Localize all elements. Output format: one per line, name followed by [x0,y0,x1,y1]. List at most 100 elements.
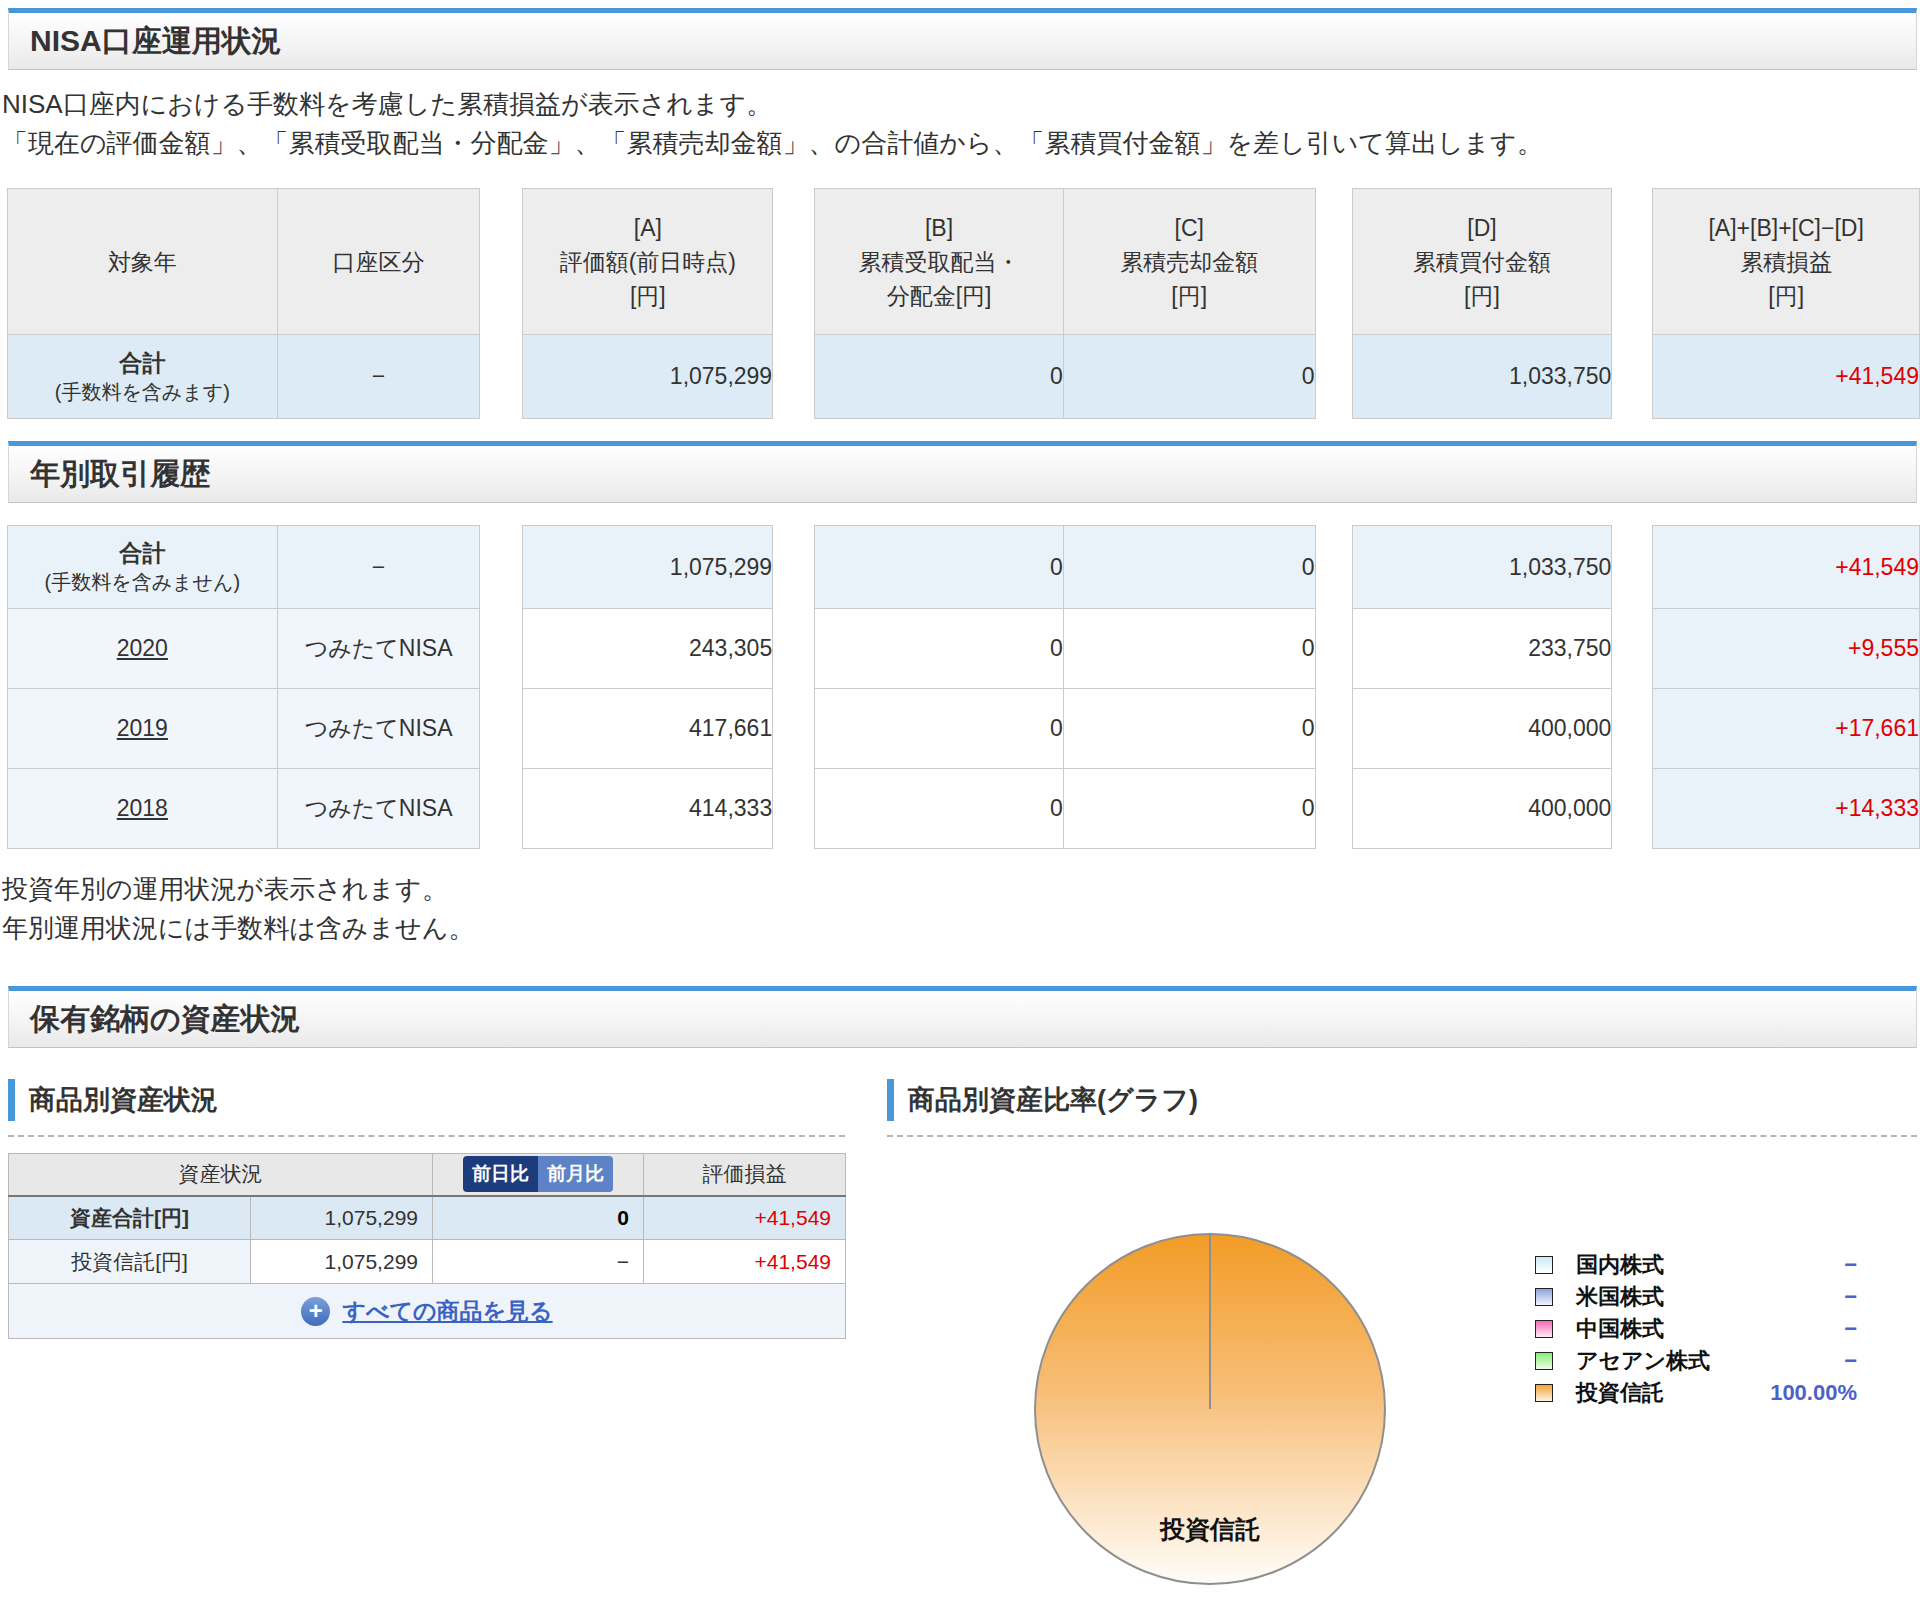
note-line-1: 投資年別の運用状況が表示されます。 [2,870,1920,909]
history-total-d: 1,033,750 [1352,526,1612,609]
history-group-year-account: 合計 (手数料を含みません) − 2020 つみたてNISA 2019 つみたて… [7,525,480,849]
col-header-d: [D]累積買付金額[円] [1352,189,1612,335]
col-header-pl: [A]+[B]+[C]−[D]累積損益[円] [1653,189,1920,335]
section-title: 年別取引履歴 [30,454,210,495]
col-header-account: 口座区分 [277,189,480,335]
summary-group-d: [D]累積買付金額[円] 1,033,750 [1352,188,1613,419]
assets-total-pl: +41,549 [644,1196,846,1240]
assets-panel: 商品別資産状況 資産状況 前日比 前月比 評価損益 [8,1078,845,1339]
history-total-c: 0 [1063,526,1315,609]
history-total-pl: +41,549 [1653,526,1920,609]
year-link-2018[interactable]: 2018 [117,795,168,821]
history-group-d: 1,033,750 233,750 400,000 400,000 [1352,525,1613,849]
legend-swatch-us [1535,1288,1553,1306]
history-account-cell: つみたてNISA [277,609,480,689]
history-account-cell: つみたてNISA [277,769,480,849]
assets-total-change: 0 [433,1196,644,1240]
assets-header-pl: 評価損益 [644,1154,846,1196]
summary-group-bc: [B]累積受取配当・分配金[円] [C]累積売却金額[円] 0 0 [814,188,1315,419]
legend-swatch-fund [1535,1384,1553,1402]
legend-item-us: 米国株式 − [1535,1287,1857,1306]
history-year-cell: 2018 [8,769,278,849]
summary-value-pl: +41,549 [1653,335,1920,419]
tab-prev-day[interactable]: 前日比 [463,1156,538,1192]
assets-row-total: 資産合計[円] 1,075,299 0 +41,549 [9,1196,846,1240]
assets-fund-pl: +41,549 [644,1240,846,1284]
legend-swatch-china [1535,1320,1553,1338]
section-title: NISA口座運用状況 [30,21,282,62]
pie-chart: 投資信託 [1034,1233,1386,1585]
history-b: 0 [815,769,1064,849]
history-year-cell: 2019 [8,689,278,769]
history-a: 417,661 [523,689,773,769]
legend-swatch-asean [1535,1352,1553,1370]
history-total-b: 0 [815,526,1064,609]
assets-total-value: 1,075,299 [251,1196,433,1240]
col-header-c: [C]累積売却金額[円] [1063,189,1315,335]
summary-value-d: 1,033,750 [1352,335,1612,419]
summary-value-b: 0 [815,335,1064,419]
summary-table: 対象年 口座区分 合計 (手数料を含みます) − [A]評価額(前日時点)[円]… [7,188,1920,419]
divider-dashed [8,1135,845,1137]
history-a: 243,305 [523,609,773,689]
assets-total-label: 資産合計[円] [9,1196,251,1240]
title-accent-bar [8,1079,15,1121]
title-accent-bar [887,1079,894,1121]
year-link-2019[interactable]: 2019 [117,715,168,741]
history-pl: +17,661 [1653,689,1920,769]
history-group-pl: +41,549 +9,555 +17,661 +14,333 [1652,525,1920,849]
history-a: 414,333 [523,769,773,849]
legend-swatch-domestic [1535,1256,1553,1274]
assets-header-status: 資産状況 [9,1154,433,1196]
pie-slice-label: 投資信託 [1036,1513,1384,1546]
history-d: 233,750 [1352,609,1612,689]
history-notes: 投資年別の運用状況が表示されます。 年別運用状況には手数料は含みません。 [2,870,1920,948]
summary-value-a: 1,075,299 [523,335,773,419]
history-table: 合計 (手数料を含みません) − 2020 つみたてNISA 2019 つみたて… [7,525,1920,849]
description-line-1: NISA口座内における手数料を考慮した累積損益が表示されます。 [2,85,1920,124]
assets-row-fund: 投資信託[円] 1,075,299 − +41,549 [9,1240,846,1284]
history-group-bc: 0 0 0 0 0 0 0 0 [814,525,1315,849]
col-header-a: [A]評価額(前日時点)[円] [523,189,773,335]
section-header-holdings: 保有銘柄の資産状況 [8,986,1917,1048]
legend-item-domestic: 国内株式 − [1535,1255,1857,1274]
divider-dashed [887,1135,1917,1137]
history-pl: +14,333 [1653,769,1920,849]
history-c: 0 [1063,689,1315,769]
history-total-account-cell: − [277,526,480,609]
chart-legend: 国内株式 − 米国株式 − 中国株式 − アセアン株式 − 投資信託 1 [1535,1255,1857,1415]
year-link-2020[interactable]: 2020 [117,635,168,661]
assets-link-row: + すべての商品を見る [9,1284,846,1339]
history-b: 0 [815,609,1064,689]
legend-item-asean: アセアン株式 − [1535,1351,1857,1370]
assets-fund-label: 投資信託[円] [9,1240,251,1284]
history-year-cell: 2020 [8,609,278,689]
history-total-label-cell: 合計 (手数料を含みません) [8,526,278,609]
col-header-year: 対象年 [8,189,278,335]
plus-icon: + [301,1297,330,1326]
assets-header-tabs: 前日比 前月比 [433,1154,644,1196]
history-c: 0 [1063,769,1315,849]
history-group-a: 1,075,299 243,305 417,661 414,333 [522,525,773,849]
assets-fund-value: 1,075,299 [251,1240,433,1284]
assets-table: 資産状況 前日比 前月比 評価損益 資産合計[円] 1,075,299 0 +4… [8,1153,846,1339]
chart-panel: 商品別資産比率(グラフ) 投資信託 国内株式 − 米国株式 − 中国株式 − [887,1078,1917,1137]
tab-prev-month[interactable]: 前月比 [538,1156,613,1192]
history-total-a: 1,075,299 [523,526,773,609]
assets-fund-change: − [433,1240,644,1284]
note-line-2: 年別運用状況には手数料は含みません。 [2,909,1920,948]
history-d: 400,000 [1352,689,1612,769]
history-b: 0 [815,689,1064,769]
section-header-nisa-status: NISA口座運用状況 [8,8,1917,70]
assets-panel-title: 商品別資産状況 [8,1078,845,1122]
summary-label-cell: 合計 (手数料を含みます) [8,335,278,419]
history-d: 400,000 [1352,769,1612,849]
history-pl: +9,555 [1653,609,1920,689]
history-account-cell: つみたてNISA [277,689,480,769]
legend-item-china: 中国株式 − [1535,1319,1857,1338]
summary-group-pl: [A]+[B]+[C]−[D]累積損益[円] +41,549 [1652,188,1920,419]
history-c: 0 [1063,609,1315,689]
view-all-products-link[interactable]: + すべての商品を見る [301,1296,552,1327]
summary-group-year-account: 対象年 口座区分 合計 (手数料を含みます) − [7,188,480,419]
section-header-yearly-history: 年別取引履歴 [8,441,1917,503]
